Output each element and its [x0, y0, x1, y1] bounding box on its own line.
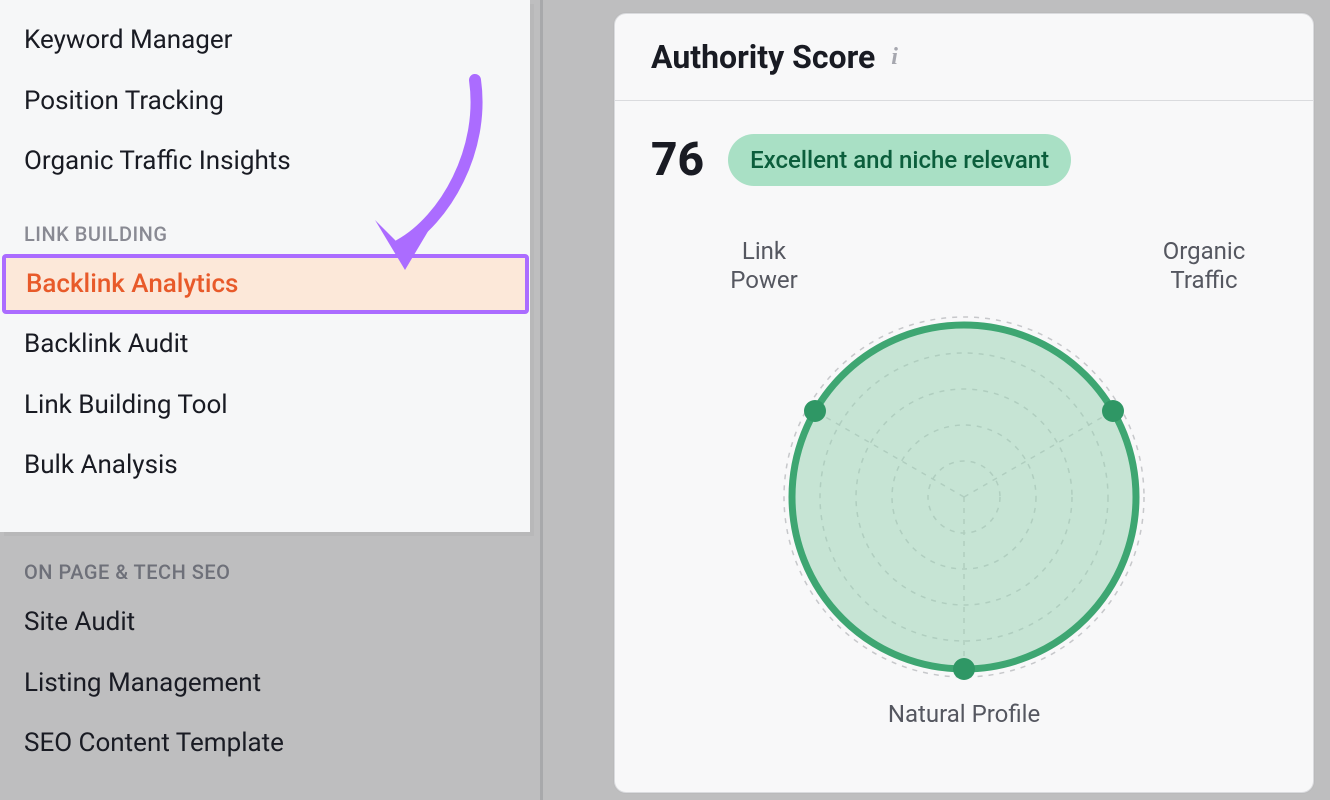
- axis-label-natural-profile: Natural Profile: [888, 700, 1040, 729]
- sidebar-item-listing-management[interactable]: Listing Management: [0, 653, 530, 714]
- sidebar-item-position-tracking[interactable]: Position Tracking: [0, 71, 530, 132]
- score-row: 76 Excellent and niche relevant: [615, 101, 1313, 187]
- sidebar-lower: ON PAGE & TECH SEO Site Audit Listing Ma…: [0, 540, 530, 774]
- axis-label-organic-traffic: OrganicTraffic: [1134, 237, 1274, 295]
- sidebar-item-site-audit[interactable]: Site Audit: [0, 592, 530, 653]
- axis-label-link-power: LinkPower: [704, 237, 824, 295]
- sidebar-item-organic-traffic-insights[interactable]: Organic Traffic Insights: [0, 131, 530, 192]
- sidebar-section-link-building: LINK BUILDING: [0, 192, 530, 254]
- sidebar-item-link-building-tool[interactable]: Link Building Tool: [0, 375, 530, 436]
- sidebar-section-onpage: ON PAGE & TECH SEO: [0, 540, 530, 592]
- sidebar-item-keyword-manager[interactable]: Keyword Manager: [0, 10, 530, 71]
- info-icon[interactable]: i: [891, 44, 898, 71]
- card-title: Authority Score: [651, 38, 875, 76]
- score-badge: Excellent and niche relevant: [728, 134, 1071, 186]
- radar-chart: LinkPower OrganicTraffic Natural Profile: [684, 227, 1244, 747]
- sidebar-item-seo-content-template[interactable]: SEO Content Template: [0, 713, 530, 774]
- sidebar-item-backlink-analytics[interactable]: Backlink Analytics: [2, 254, 529, 315]
- sidebar-item-bulk-analysis[interactable]: Bulk Analysis: [0, 435, 530, 496]
- sidebar: Keyword Manager Position Tracking Organi…: [0, 0, 530, 532]
- authority-score-value: 76: [651, 133, 704, 187]
- authority-score-card: Authority Score i 76 Excellent and niche…: [614, 13, 1314, 793]
- vertical-divider: [540, 0, 543, 800]
- card-header: Authority Score i: [615, 14, 1313, 101]
- sidebar-item-backlink-audit[interactable]: Backlink Audit: [0, 314, 530, 375]
